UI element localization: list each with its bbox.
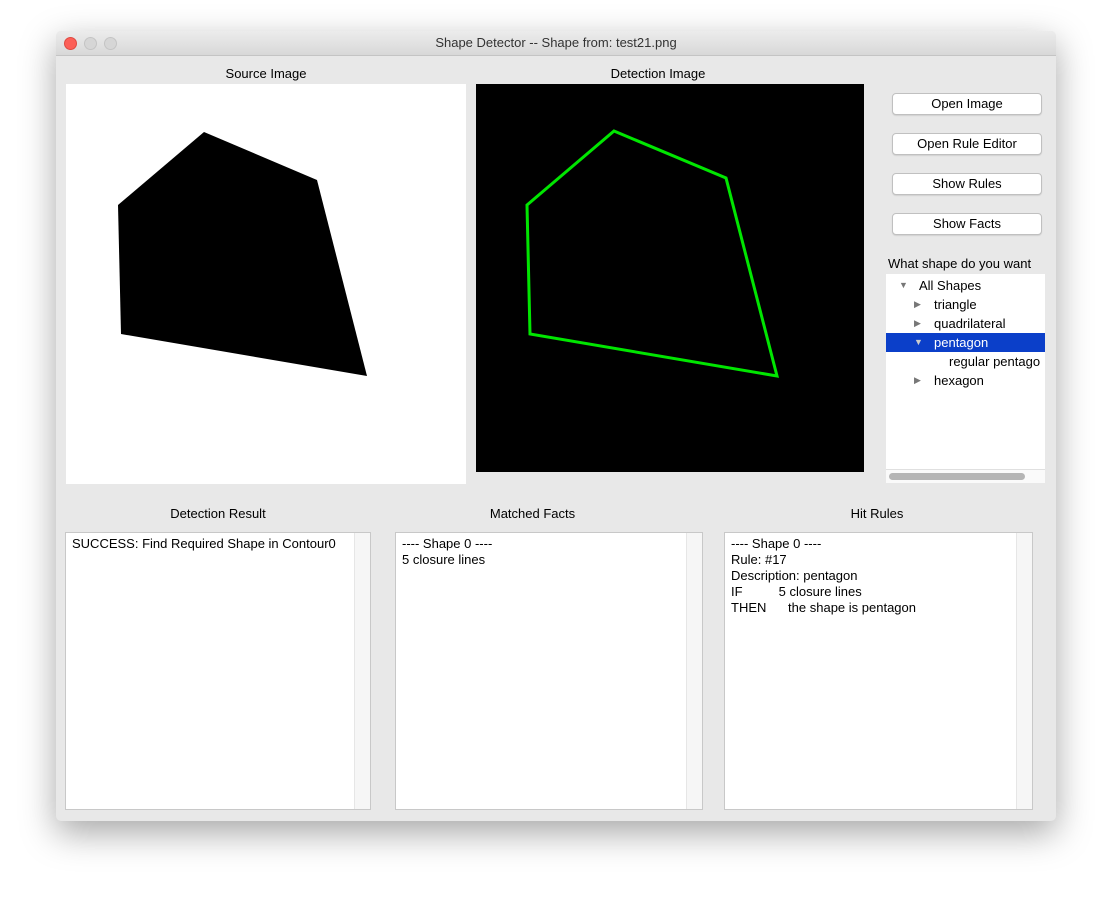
tree-item-hexagon[interactable]: ▶ hexagon (886, 371, 1045, 390)
detection-image (476, 84, 864, 472)
collapsed-arrow-icon[interactable]: ▶ (914, 314, 921, 333)
zoom-button[interactable] (104, 37, 117, 50)
title-bar: Shape Detector -- Shape from: test21.png (56, 31, 1056, 56)
collapsed-arrow-icon[interactable]: ▶ (914, 371, 921, 390)
tree-item-all-shapes[interactable]: ▼ All Shapes (886, 276, 1045, 295)
vertical-scrollbar[interactable] (686, 533, 702, 809)
tree-item-quadrilateral[interactable]: ▶ quadrilateral (886, 314, 1045, 333)
matched-facts-text[interactable]: ---- Shape 0 ---- 5 closure lines (395, 532, 703, 810)
shape-tree: ▼ All Shapes ▶ triangle ▶ quadrilateral ▼ pe… (886, 274, 1045, 482)
scrollbar-thumb[interactable] (889, 473, 1025, 480)
vertical-scrollbar[interactable] (1016, 533, 1032, 809)
show-rules-button[interactable]: Show Rules (892, 173, 1042, 195)
vertical-scrollbar[interactable] (354, 533, 370, 809)
app-window: Shape Detector -- Shape from: test21.png… (56, 31, 1056, 821)
hit-rules-text[interactable]: ---- Shape 0 ---- Rule: #17 Description:… (724, 532, 1033, 810)
tree-horizontal-scrollbar[interactable] (886, 469, 1045, 483)
open-rule-editor-button[interactable]: Open Rule Editor (892, 133, 1042, 155)
collapsed-arrow-icon[interactable]: ▶ (914, 295, 921, 314)
window-title: Shape Detector -- Shape from: test21.png (435, 35, 677, 50)
close-button[interactable] (64, 37, 77, 50)
minimize-button[interactable] (84, 37, 97, 50)
tree-item-pentagon[interactable]: ▼ pentagon (886, 333, 1045, 352)
show-facts-button[interactable]: Show Facts (892, 213, 1042, 235)
expanded-arrow-icon[interactable]: ▼ (899, 276, 908, 295)
tree-item-triangle[interactable]: ▶ triangle (886, 295, 1045, 314)
detection-result-label: Detection Result (170, 506, 266, 521)
tree-label: What shape do you want (888, 256, 1032, 271)
tree-item-regular-pentagon[interactable]: regular pentago (886, 352, 1045, 371)
expanded-arrow-icon[interactable]: ▼ (914, 333, 923, 352)
source-image (66, 84, 466, 484)
hit-rules-label: Hit Rules (850, 506, 904, 521)
detection-result-text[interactable]: SUCCESS: Find Required Shape in Contour0 (65, 532, 371, 810)
matched-facts-label: Matched Facts (489, 506, 576, 521)
source-image-label: Source Image (225, 66, 307, 81)
open-image-button[interactable]: Open Image (892, 93, 1042, 115)
detection-image-label: Detection Image (610, 66, 706, 81)
